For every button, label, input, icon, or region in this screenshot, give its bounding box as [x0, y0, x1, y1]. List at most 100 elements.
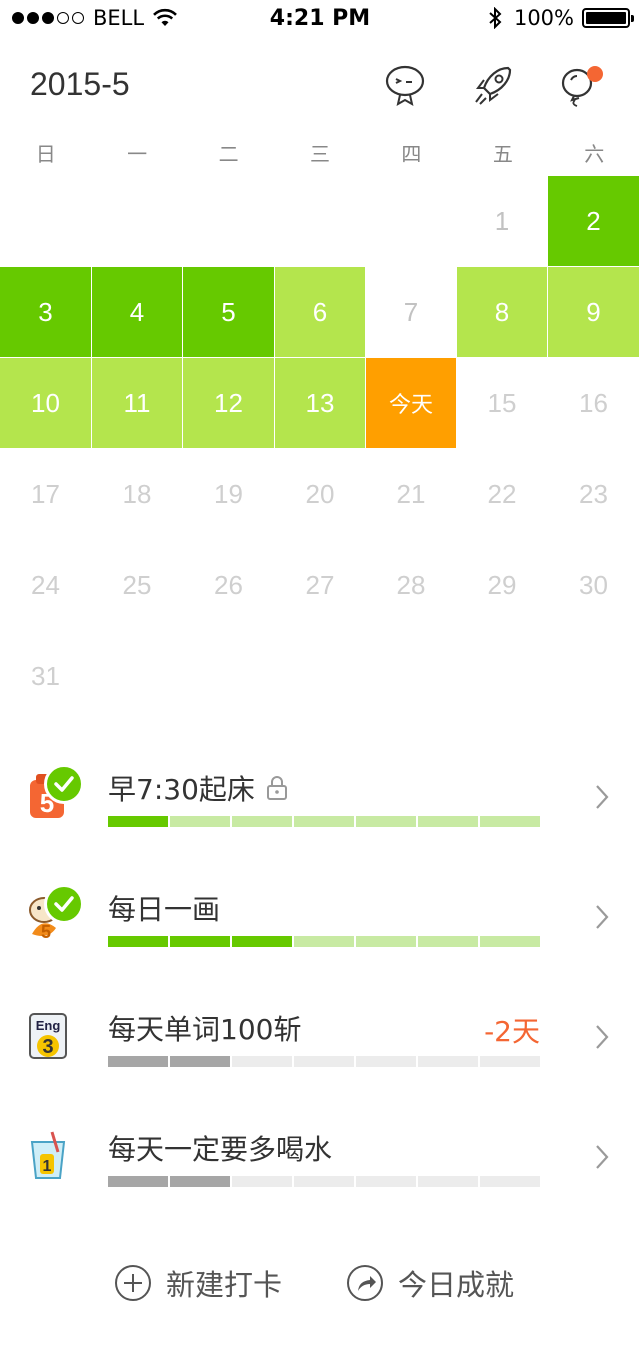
- calendar-day[interactable]: 4: [92, 267, 183, 358]
- progress-segment: [232, 1056, 292, 1067]
- progress-segment: [170, 816, 230, 827]
- task-row[interactable]: 5 每日一画: [0, 862, 640, 982]
- weekday-label: 四: [401, 142, 422, 166]
- progress-segment: [170, 1176, 230, 1187]
- calendar-grid: 1 2 3 4 5 6 7 8 9 10 11 12 13 今天 15 16 17 18 19 20 21 22 23 24 2…: [0, 176, 640, 722]
- weekday-label: 五: [492, 142, 513, 166]
- task-overdue-label: -2天: [484, 1015, 540, 1048]
- calendar-day[interactable]: 6: [275, 267, 366, 358]
- task-progress-bar: [108, 1056, 540, 1067]
- task-title: 每天一定要多喝水: [108, 1133, 333, 1166]
- chevron-right-icon[interactable]: [592, 1020, 612, 1054]
- task-title-row: 早7:30起床: [108, 768, 289, 808]
- svg-text:5: 5: [41, 922, 51, 942]
- message-balloon-icon[interactable]: [557, 62, 603, 108]
- calendar-day[interactable]: 19: [183, 449, 275, 540]
- battery-percent: 100%: [513, 6, 574, 30]
- progress-segment: [418, 816, 478, 827]
- task-title: 每天单词100斩: [108, 1013, 302, 1046]
- calendar-day[interactable]: 2: [548, 176, 640, 267]
- progress-segment: [418, 1176, 478, 1187]
- calendar-day[interactable]: 24: [0, 540, 92, 631]
- footer: 新建打卡 今日成就: [0, 1262, 640, 1312]
- water-cup-icon: 1: [22, 1128, 74, 1184]
- notification-dot: [587, 66, 603, 82]
- weekday-label: 日: [35, 142, 56, 166]
- calendar-empty-cell: [0, 176, 92, 267]
- calendar-day[interactable]: 28: [366, 540, 457, 631]
- calendar-day[interactable]: 11: [92, 358, 183, 449]
- calendar-day[interactable]: 13: [275, 358, 366, 449]
- task-title-row: 每天单词100斩: [108, 1008, 301, 1048]
- progress-segment: [356, 816, 416, 827]
- task-title: 早7:30起床: [108, 773, 255, 806]
- calendar-day[interactable]: 10: [0, 358, 92, 449]
- calendar-day[interactable]: 29: [457, 540, 548, 631]
- calendar-day[interactable]: 1: [457, 176, 548, 267]
- robot-chat-icon[interactable]: [382, 62, 428, 108]
- progress-segment: [232, 936, 292, 947]
- svg-text:3: 3: [42, 1036, 53, 1058]
- task-progress-bar: [108, 936, 540, 947]
- calendar-empty-cell: [183, 176, 275, 267]
- calendar-day[interactable]: 21: [366, 449, 457, 540]
- task-list: 5 早7:30起床 5 每日一画 Eng 3 每天单词100斩 -2天 1 每天一定要多喝水: [0, 742, 640, 1222]
- progress-segment: [108, 1056, 168, 1067]
- new-checkin-button[interactable]: 新建打卡: [114, 1262, 282, 1304]
- task-row[interactable]: 5 早7:30起床: [0, 742, 640, 862]
- calendar-day[interactable]: 7: [366, 267, 457, 358]
- calendar-empty-cell: [275, 176, 366, 267]
- progress-segment: [170, 936, 230, 947]
- calendar-day-today[interactable]: 今天: [366, 358, 457, 449]
- calendar-day[interactable]: 30: [548, 540, 640, 631]
- task-row[interactable]: Eng 3 每天单词100斩 -2天: [0, 982, 640, 1102]
- calendar-day[interactable]: 3: [0, 267, 92, 358]
- progress-segment: [356, 1056, 416, 1067]
- calendar-day[interactable]: 5: [183, 267, 275, 358]
- progress-segment: [232, 816, 292, 827]
- chevron-right-icon[interactable]: [592, 900, 612, 934]
- month-title: 2015-5: [30, 66, 130, 102]
- calendar-day[interactable]: 17: [0, 449, 92, 540]
- new-checkin-label: 新建打卡: [166, 1268, 283, 1302]
- task-title-row: 每天一定要多喝水: [108, 1128, 332, 1168]
- calendar-day[interactable]: 12: [183, 358, 275, 449]
- weekday-label: 二: [218, 142, 239, 166]
- share-circle-icon: [347, 1265, 383, 1301]
- calendar-day[interactable]: 25: [92, 540, 183, 631]
- bluetooth-icon: [489, 7, 502, 29]
- calendar-empty-cell: [92, 176, 183, 267]
- calendar-day[interactable]: 20: [275, 449, 366, 540]
- lock-icon: [266, 776, 287, 800]
- calendar-day[interactable]: 18: [92, 449, 183, 540]
- plus-circle-icon: [115, 1265, 151, 1301]
- calendar-day[interactable]: 16: [548, 358, 640, 449]
- progress-segment: [418, 1056, 478, 1067]
- calendar-day[interactable]: 27: [275, 540, 366, 631]
- progress-segment: [108, 936, 168, 947]
- battery-icon: [582, 8, 634, 28]
- calendar-day[interactable]: 22: [457, 449, 548, 540]
- progress-segment: [294, 1176, 354, 1187]
- today-achievement-button[interactable]: 今日成就: [346, 1262, 514, 1304]
- task-progress-bar: [108, 1176, 540, 1187]
- calendar-day[interactable]: 26: [183, 540, 275, 631]
- weekday-label: 一: [127, 142, 148, 166]
- progress-segment: [418, 936, 478, 947]
- eng-3-icon: Eng 3: [22, 1008, 74, 1064]
- rocket-icon[interactable]: [470, 62, 516, 108]
- battery-area: 100%: [488, 6, 634, 30]
- chevron-right-icon[interactable]: [592, 780, 612, 814]
- calendar-day[interactable]: 23: [548, 449, 640, 540]
- progress-segment: [480, 816, 540, 827]
- svg-text:Eng: Eng: [36, 1018, 61, 1033]
- progress-segment: [294, 1056, 354, 1067]
- progress-segment: [294, 936, 354, 947]
- calendar-day[interactable]: 31: [0, 631, 92, 722]
- today-achievement-label: 今日成就: [398, 1268, 515, 1302]
- calendar-day[interactable]: 8: [457, 267, 548, 358]
- calendar-day[interactable]: 9: [548, 267, 640, 358]
- chevron-right-icon[interactable]: [592, 1140, 612, 1174]
- calendar-day[interactable]: 15: [457, 358, 548, 449]
- task-row[interactable]: 1 每天一定要多喝水: [0, 1102, 640, 1222]
